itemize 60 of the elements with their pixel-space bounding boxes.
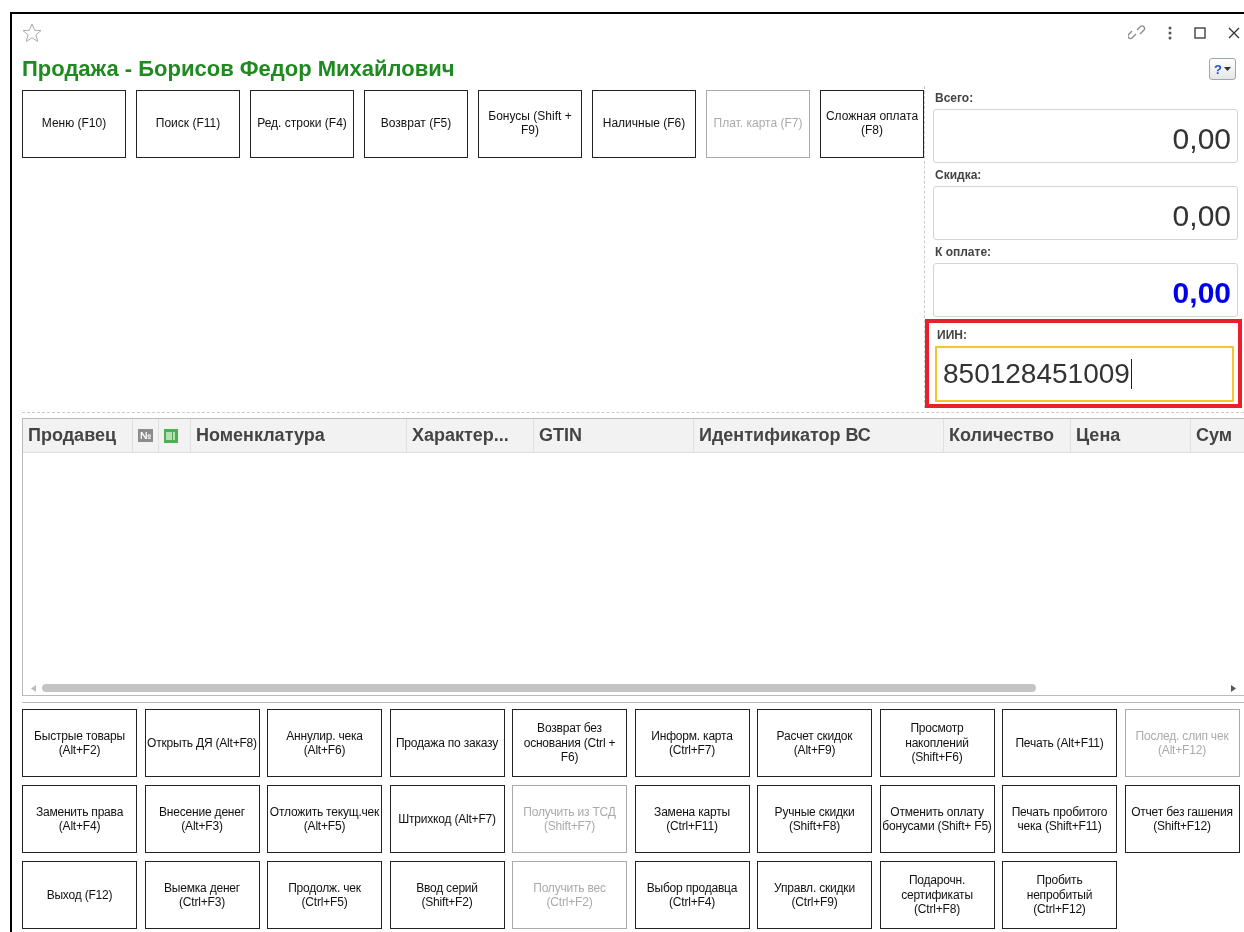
barcode-icon[interactable] (164, 428, 178, 443)
command-button[interactable]: Информ. карта (Ctrl+F7) (634, 709, 750, 777)
close-icon[interactable] (1228, 27, 1240, 39)
caret-icon (1224, 66, 1231, 72)
toolbar-button[interactable]: Сложная оплата (F8) (820, 90, 924, 158)
command-button[interactable]: Продолж. чек (Ctrl+F5) (267, 861, 382, 929)
command-button[interactable]: Продажа по заказу (389, 709, 505, 777)
command-button[interactable]: Замена карты (Ctrl+F11) (634, 785, 750, 853)
scroll-right-icon[interactable] (1231, 684, 1236, 692)
column-header[interactable]: Цена (1076, 425, 1121, 446)
toolbar-button[interactable]: Меню (F10) (22, 90, 126, 158)
amount-field: 0,00 (933, 186, 1238, 240)
field-label: ИИН: (937, 328, 968, 342)
column-header[interactable]: GTIN (539, 425, 582, 446)
column-header[interactable]: Количество (949, 425, 1054, 446)
command-button[interactable]: Штрихкод (Alt+F7) (389, 785, 505, 853)
command-button[interactable]: Печать (Alt+F11) (1002, 709, 1117, 777)
command-button[interactable]: Управл. скидки (Ctrl+F9) (757, 861, 872, 929)
column-header[interactable]: Характер... (412, 425, 509, 446)
toolbar-button[interactable]: Возврат (F5) (364, 90, 468, 158)
link-icon[interactable] (1128, 24, 1146, 42)
command-button[interactable]: Ручные скидки (Shift+F8) (757, 785, 872, 853)
amount-field: 0,00 (933, 263, 1238, 317)
command-button[interactable]: Ввод серий (Shift+F2) (389, 861, 505, 929)
command-button[interactable]: Выход (F12) (22, 861, 137, 929)
command-button[interactable]: Заменить права (Alt+F4) (22, 785, 137, 853)
command-button[interactable]: Отчет без гашения (Shift+F12) (1124, 785, 1240, 853)
command-button[interactable]: Просмотр накоплений (Shift+F6) (879, 709, 995, 777)
command-button[interactable]: Выбор продавца (Ctrl+F4) (634, 861, 750, 929)
command-button[interactable]: Отменить оплату бонусами (Shift+ F5) (879, 785, 995, 853)
column-header[interactable]: Сум (1196, 425, 1233, 446)
command-button[interactable]: Подарочн. сертификаты (Ctrl+F8) (879, 861, 995, 929)
window-title: Продажа - Борисов Федор Михайлович (22, 56, 455, 82)
command-button[interactable]: Возврат без основания (Ctrl + F6) (512, 709, 627, 777)
field-label: К оплате: (935, 245, 993, 259)
command-button[interactable]: Быстрые товары (Alt+F2) (22, 709, 137, 777)
scroll-left-icon[interactable] (31, 684, 36, 692)
toolbar-button[interactable]: Наличные (F6) (592, 90, 696, 158)
field-label: Скидка: (935, 168, 983, 182)
toolbar-button[interactable]: Бонусы (Shift + F9) (478, 90, 582, 158)
column-header[interactable]: Идентификатор ВС (699, 425, 871, 446)
column-header[interactable]: Продавец (28, 425, 117, 446)
amount-field: 0,00 (933, 109, 1238, 163)
command-button[interactable]: Пробить непробитый (Ctrl+F12) (1002, 861, 1117, 929)
toolbar-button[interactable]: Поиск (F11) (136, 90, 240, 158)
command-button[interactable]: Открыть ДЯ (Alt+F8) (144, 709, 260, 777)
maximize-icon[interactable] (1194, 27, 1206, 39)
command-button[interactable]: Внесение денег (Alt+F3) (144, 785, 260, 853)
command-button[interactable]: Расчет скидок (Alt+F9) (757, 709, 872, 777)
input-field[interactable]: 850128451009 (935, 346, 1234, 402)
more-icon[interactable] (1168, 26, 1172, 40)
toolbar-button[interactable]: Ред. строки (F4) (250, 90, 354, 158)
command-button[interactable]: Печать пробитого чека (Shift+F11) (1002, 785, 1117, 853)
command-button[interactable]: Выемка денег (Ctrl+F3) (144, 861, 260, 929)
column-header[interactable]: Номенклатура (196, 425, 325, 446)
star-icon[interactable] (22, 23, 42, 43)
command-button[interactable]: Отложить текущ.чек (Alt+F5) (267, 785, 382, 853)
command-button[interactable]: Аннулир. чека (Alt+F6) (267, 709, 382, 777)
help-button[interactable]: ? (1209, 58, 1236, 80)
field-label: Всего: (935, 91, 975, 105)
